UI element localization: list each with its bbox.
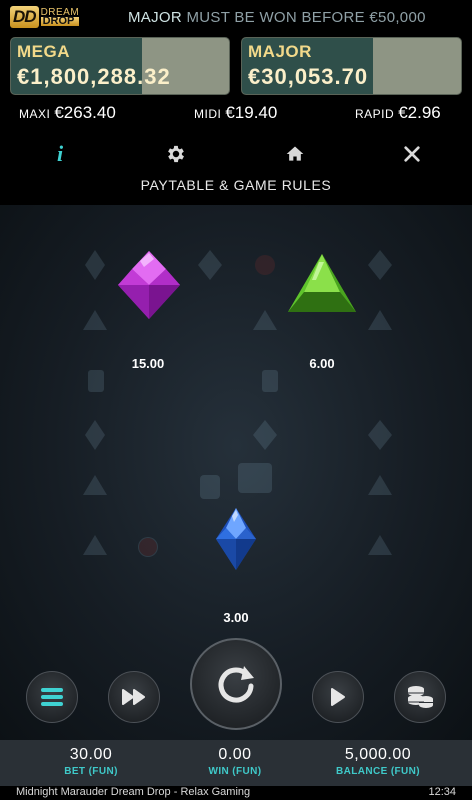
blue-gem-payout: 3.00 bbox=[223, 610, 249, 625]
gear-icon[interactable] bbox=[160, 139, 192, 169]
dream-drop-logo: DD DREAM DROP bbox=[10, 6, 80, 28]
green-gem-icon bbox=[288, 254, 356, 312]
logo-line-2: DROP bbox=[40, 16, 80, 27]
jackpot-rapid: RAPID €2.96 bbox=[355, 103, 441, 123]
jackpot-maxi-amount: €263.40 bbox=[54, 103, 116, 122]
win-label: WIN (FUN) bbox=[208, 766, 262, 777]
jackpot-major-amount: €30,053.70 bbox=[248, 64, 369, 89]
balance-bar: 30.00 BET (FUN) 0.00 WIN (FUN) 5,000.00 … bbox=[0, 740, 472, 786]
jackpot-midi-amount: €19.40 bbox=[225, 103, 278, 122]
ticker-highlight: MAJOR bbox=[128, 9, 182, 26]
jackpot-maxi: MAXI €263.40 bbox=[19, 103, 116, 123]
win-display: 0.00 WIN (FUN) bbox=[175, 746, 295, 777]
page-title: PAYTABLE & GAME RULES bbox=[140, 177, 332, 193]
paytable-panel: 15.00 6.00 3.00 bbox=[0, 205, 472, 740]
game-title: Midnight Marauder Dream Drop - Relax Gam… bbox=[16, 786, 251, 798]
fast-forward-icon bbox=[122, 689, 145, 705]
jackpot-midi-label: MIDI bbox=[194, 107, 222, 121]
win-value: 0.00 bbox=[218, 746, 252, 763]
fast-forward-button[interactable] bbox=[108, 671, 160, 723]
jackpot-rapid-label: RAPID bbox=[355, 107, 395, 121]
play-icon bbox=[331, 688, 345, 706]
jackpot-mega-name: MEGA bbox=[17, 42, 70, 61]
bet-value: 30.00 bbox=[69, 746, 113, 763]
blue-gem-icon bbox=[216, 508, 256, 570]
spin-button[interactable] bbox=[190, 638, 282, 730]
bet-label: BET (FUN) bbox=[64, 766, 118, 777]
balance-label: BALANCE (FUN) bbox=[335, 766, 421, 777]
status-bar: Midnight Marauder Dream Drop - Relax Gam… bbox=[0, 786, 472, 800]
jackpot-midi: MIDI €19.40 bbox=[194, 103, 277, 123]
spin-icon bbox=[218, 666, 254, 703]
paytable-toolbar: i PAYTABLE & GAME RULES bbox=[0, 135, 472, 205]
balance-display: 5,000.00 BALANCE (FUN) bbox=[318, 746, 438, 777]
jackpot-maxi-label: MAXI bbox=[19, 107, 51, 121]
bet-display[interactable]: 30.00 BET (FUN) bbox=[31, 746, 151, 777]
green-gem-payout: 6.00 bbox=[309, 356, 335, 371]
balance-value: 5,000.00 bbox=[344, 746, 412, 763]
ticker-text: MUST BE WON BEFORE €50,000 bbox=[186, 9, 426, 26]
info-icon[interactable]: i bbox=[44, 139, 76, 169]
menu-icon bbox=[41, 688, 63, 706]
jackpot-major-name: MAJOR bbox=[248, 42, 312, 61]
jackpot-mega: MEGA €1,800,288.32 bbox=[10, 37, 230, 95]
autoplay-button[interactable] bbox=[312, 671, 364, 723]
clock: 12:34 bbox=[428, 786, 456, 798]
coins-icon bbox=[408, 686, 433, 708]
jackpot-rapid-amount: €2.96 bbox=[398, 103, 441, 122]
jackpot-header: DD DREAM DROP MAJOR MUST BE WON BEFORE €… bbox=[0, 0, 472, 135]
bet-coins-button[interactable] bbox=[394, 671, 446, 723]
home-icon[interactable] bbox=[279, 139, 311, 169]
jackpot-mega-amount: €1,800,288.32 bbox=[17, 64, 171, 89]
jackpot-ticker: MAJOR MUST BE WON BEFORE €50,000 bbox=[128, 9, 426, 26]
purple-gem-icon bbox=[118, 251, 180, 319]
jackpot-major: MAJOR €30,053.70 bbox=[241, 37, 462, 95]
menu-button[interactable] bbox=[26, 671, 78, 723]
purple-gem-payout: 15.00 bbox=[131, 356, 165, 371]
close-icon[interactable] bbox=[396, 139, 428, 169]
logo-mark: DD bbox=[10, 6, 39, 28]
